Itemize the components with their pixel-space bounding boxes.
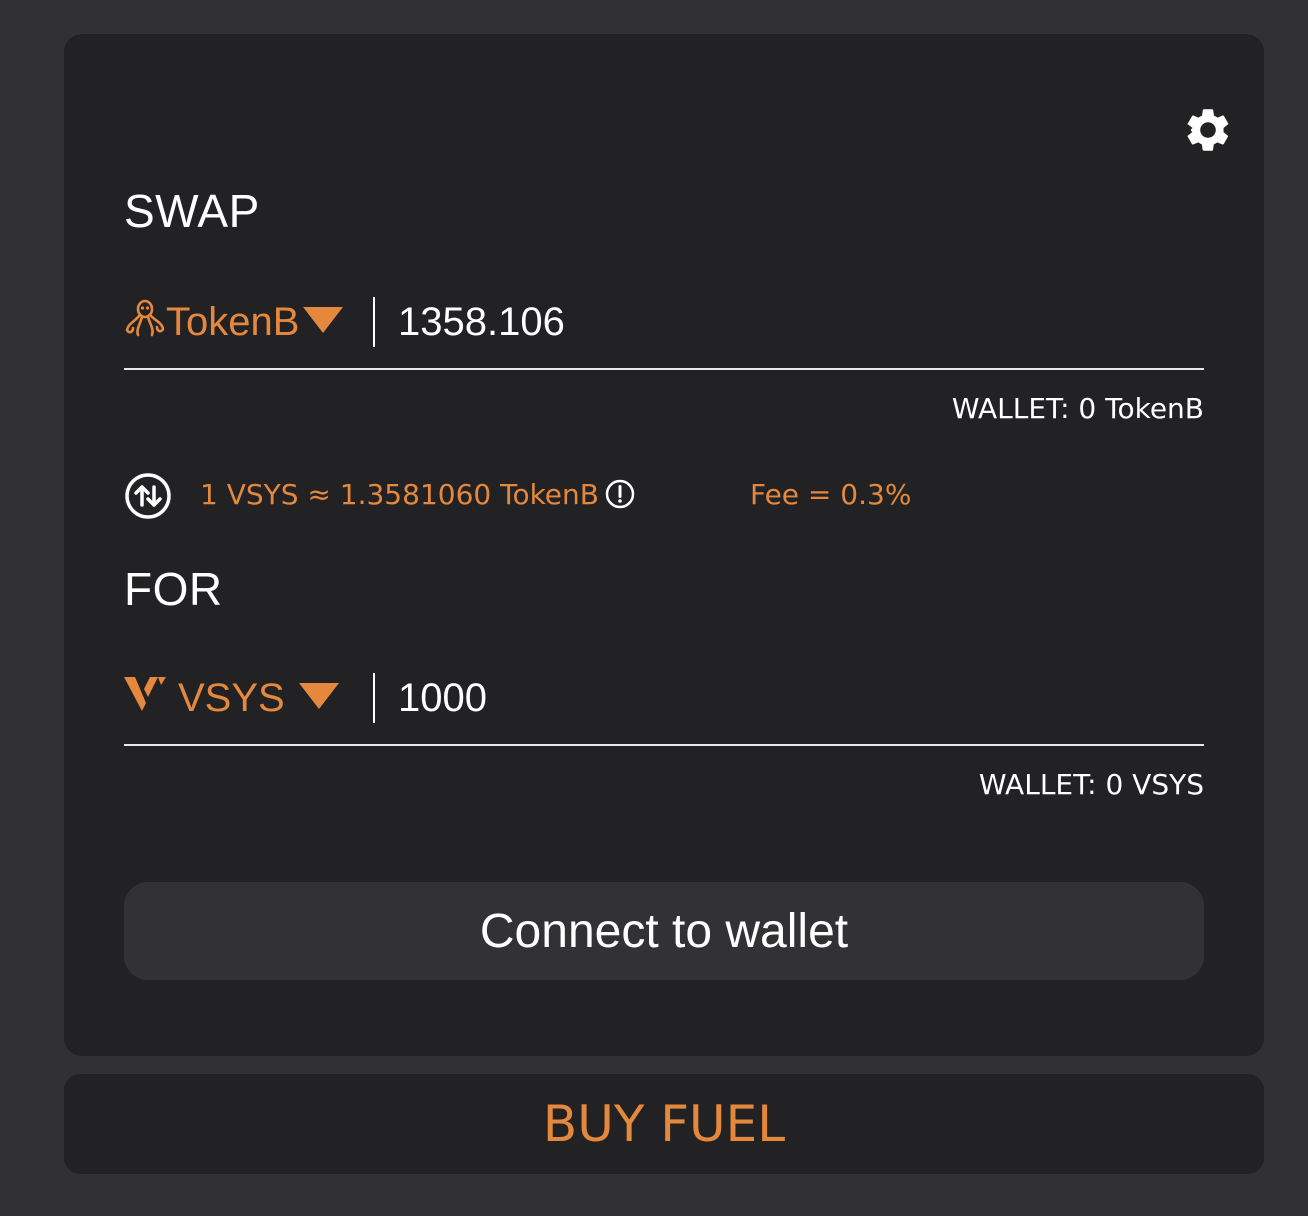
from-amount-input[interactable] (398, 292, 1178, 352)
from-token-symbol: TokenB (166, 299, 300, 344)
input-divider (373, 297, 375, 347)
swap-card: SWAP TokenB 1358.106 WALLET: 0 TokenB 1 … (64, 34, 1264, 1056)
to-token-symbol: VSYS (178, 675, 285, 720)
gear-icon[interactable] (1182, 104, 1234, 156)
swap-arrows-icon[interactable] (124, 472, 172, 520)
rate-row: 1 VSYS ≈ 1.3581060 TokenB Fee = 0.3% (124, 470, 1204, 520)
from-token-selector[interactable]: TokenB (124, 292, 344, 352)
for-label: FOR (124, 563, 223, 615)
buy-fuel-button[interactable]: BUY FUEL (64, 1074, 1264, 1174)
input-divider (373, 673, 375, 723)
to-amount-input[interactable] (398, 668, 1178, 728)
to-wallet-balance: WALLET: 0 VSYS (978, 768, 1204, 801)
swap-to-row: VSYS (124, 668, 1204, 746)
chevron-down-icon (298, 676, 339, 721)
octopus-icon (124, 296, 166, 348)
exchange-rate-text: 1 VSYS ≈ 1.3581060 TokenB (200, 478, 599, 511)
swap-from-row: TokenB (124, 292, 1204, 370)
swap-label: SWAP (124, 185, 260, 237)
info-icon[interactable] (604, 478, 636, 510)
connect-wallet-button[interactable]: Connect to wallet (124, 882, 1204, 980)
to-token-selector[interactable]: VSYS (124, 668, 339, 728)
fee-text: Fee = 0.3% (750, 478, 912, 511)
from-wallet-balance: WALLET: 0 TokenB (951, 392, 1204, 425)
chevron-down-icon (303, 300, 344, 345)
vsys-logo-icon (124, 673, 168, 723)
